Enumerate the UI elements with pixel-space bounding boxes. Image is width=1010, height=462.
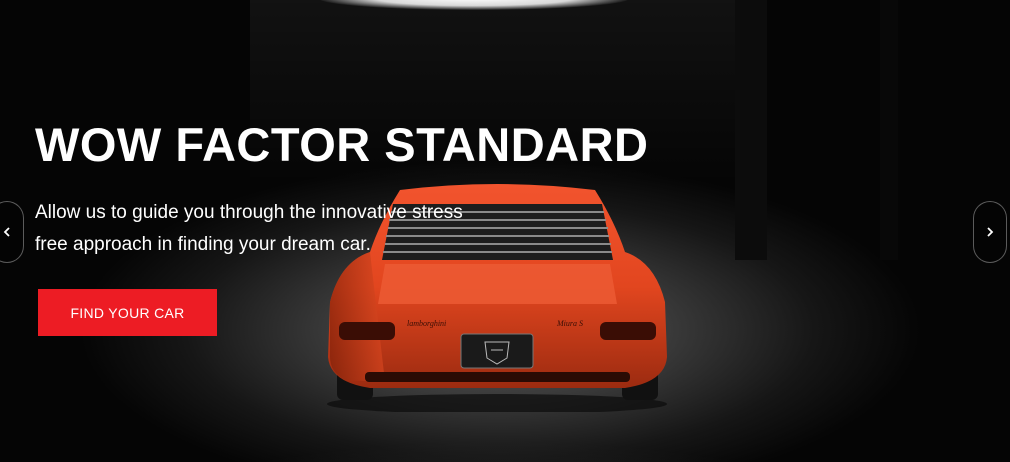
background-pillar: [880, 0, 898, 260]
chevron-right-icon: [987, 227, 994, 237]
hero-slider: lamborghini Miura S WOW FACTOR STANDARD …: [0, 0, 1010, 462]
car-script-right: Miura S: [556, 319, 583, 328]
carousel-next-button[interactable]: [973, 201, 1007, 263]
background-pillar: [735, 0, 767, 260]
carousel-prev-button[interactable]: [0, 201, 24, 263]
hero-subtitle: Allow us to guide you through the innova…: [35, 202, 463, 255]
chevron-left-icon: [3, 227, 10, 237]
find-your-car-button[interactable]: FIND YOUR CAR: [38, 289, 217, 336]
car-script-left: lamborghini: [407, 319, 446, 328]
hero-title: WOW FACTOR STANDARD: [35, 118, 649, 171]
